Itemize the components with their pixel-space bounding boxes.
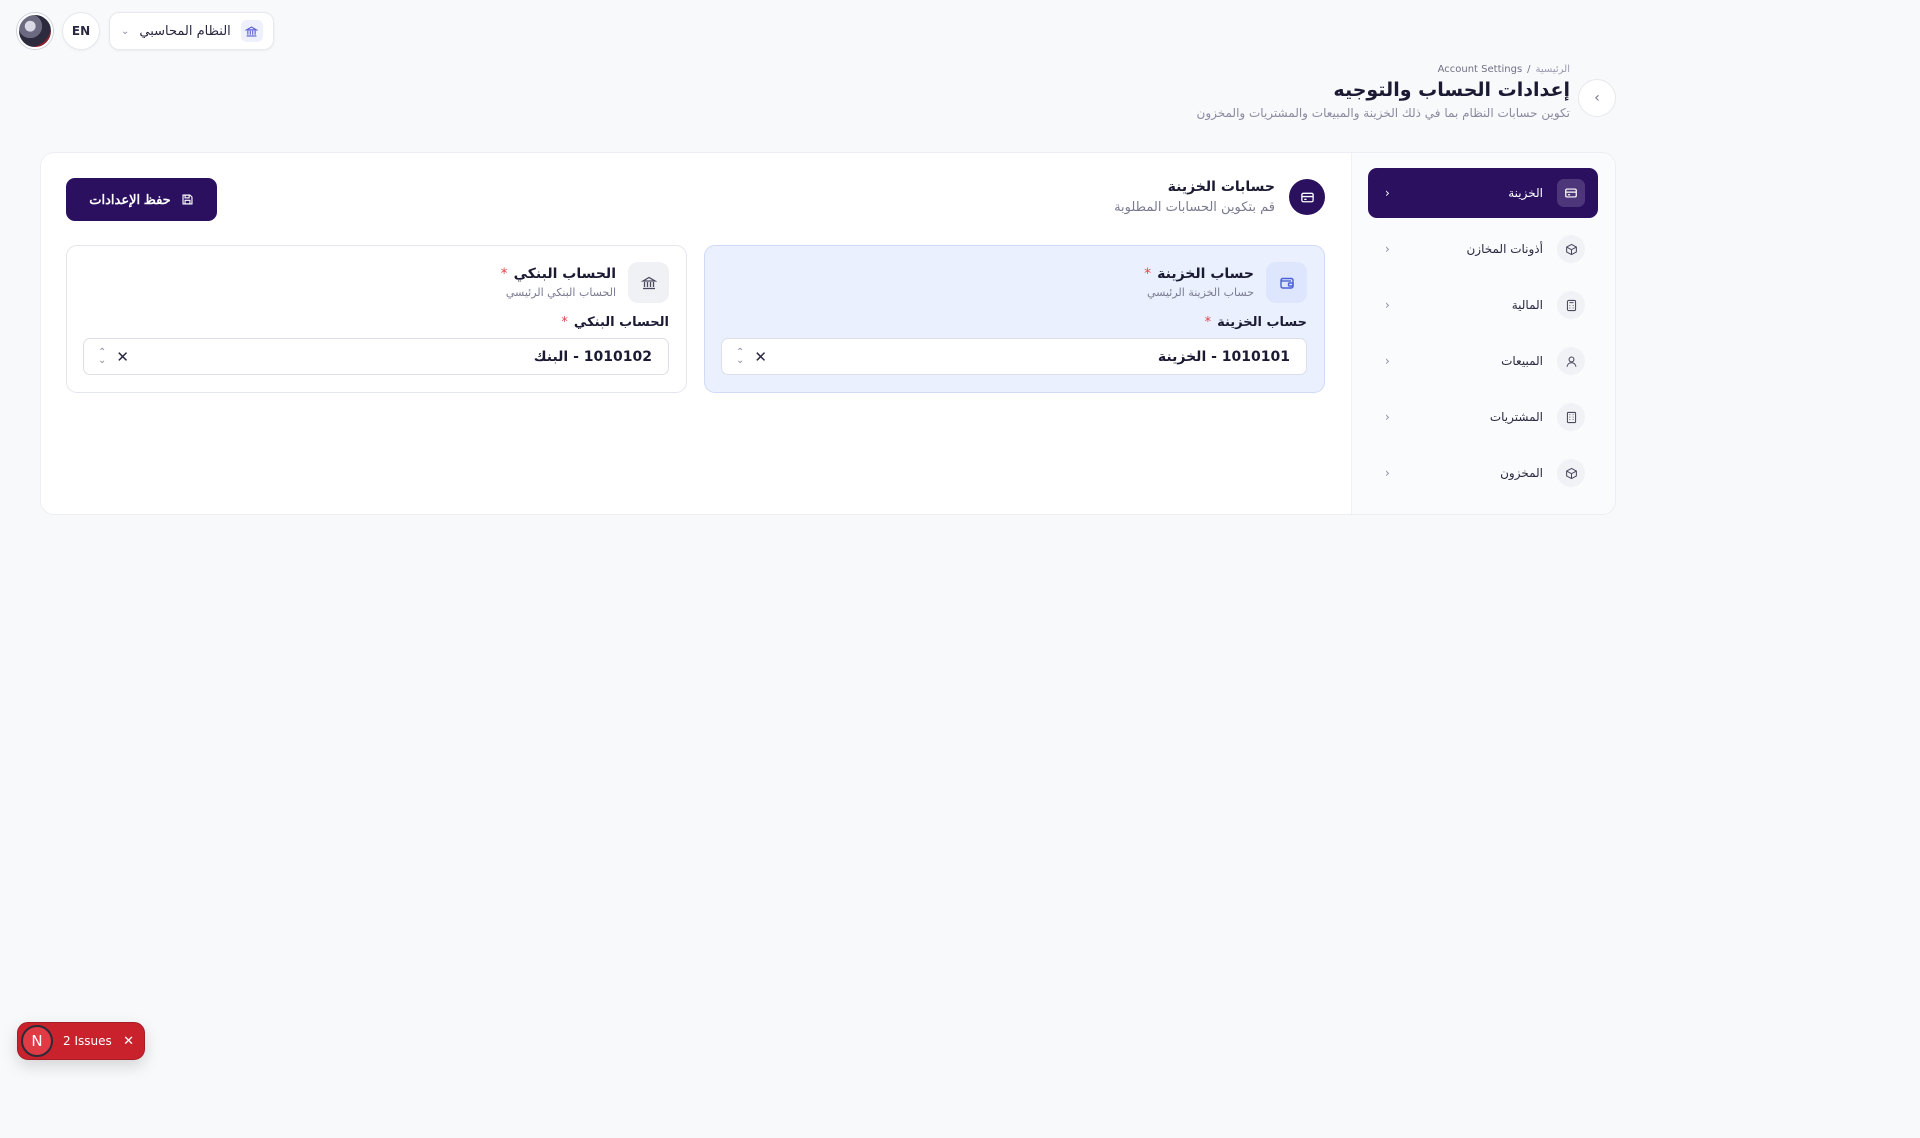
page-subtitle: تكوين حسابات النظام بما في ذلك الخزينة و… bbox=[1196, 106, 1571, 120]
bank-account-title: الحساب البنكي* bbox=[500, 266, 616, 282]
language-toggle-button[interactable]: EN bbox=[62, 12, 100, 50]
top-bar: EN ⌄ النظام المحاسبي bbox=[17, 12, 274, 50]
chevron-left-icon: ‹ bbox=[1594, 90, 1600, 106]
save-settings-label: حفظ الإعدادات bbox=[89, 191, 171, 207]
save-icon bbox=[181, 193, 194, 206]
back-button[interactable]: ‹ bbox=[1578, 79, 1616, 117]
bank-field-label: الحساب البنكي* bbox=[561, 315, 669, 330]
chevron-up-down-icon[interactable]: ⌃ ⌄ bbox=[736, 347, 744, 365]
sidebar-item-finance[interactable]: المالية ‹ bbox=[1368, 280, 1598, 330]
sidebar-item-inventory[interactable]: المخزون ‹ bbox=[1368, 448, 1598, 498]
chevron-left-icon: ‹ bbox=[1385, 242, 1390, 256]
treasury-account-subtitle: حساب الخزينة الرئيسي bbox=[1146, 286, 1254, 299]
system-selector[interactable]: ⌄ النظام المحاسبي bbox=[109, 12, 274, 50]
bank-icon bbox=[628, 262, 669, 303]
treasury-account-select[interactable]: 1010101 - الخزينة ✕ ⌃ ⌄ bbox=[721, 338, 1307, 375]
n-logo-icon: N bbox=[21, 1025, 53, 1057]
chevron-left-icon: ‹ bbox=[1385, 354, 1390, 368]
breadcrumb-separator: / bbox=[1527, 64, 1531, 75]
section-header: حسابات الخزينة قم بتكوين الحسابات المطلو… bbox=[1114, 179, 1325, 215]
chevron-left-icon: ‹ bbox=[1385, 186, 1390, 200]
sidebar-item-label: أذونات المخازن bbox=[1466, 242, 1543, 256]
bank-account-select[interactable]: 1010102 - البنك ✕ ⌃ ⌄ bbox=[83, 338, 669, 375]
chevron-down-icon: ⌄ bbox=[121, 25, 130, 37]
building-icon bbox=[1557, 403, 1585, 431]
treasury-account-value: 1010101 - الخزينة bbox=[1157, 348, 1290, 365]
treasury-field-label: حساب الخزينة* bbox=[1204, 315, 1307, 330]
sidebar-item-label: المبيعات bbox=[1501, 354, 1543, 368]
card-icon bbox=[1557, 179, 1585, 207]
bank-icon bbox=[240, 20, 263, 42]
box-icon bbox=[1557, 235, 1585, 263]
avatar[interactable] bbox=[17, 13, 53, 49]
issues-toast[interactable]: N 2 Issues ✕ bbox=[17, 1022, 145, 1060]
breadcrumb-current: Account Settings bbox=[1437, 64, 1523, 75]
section-title: حسابات الخزينة bbox=[1167, 179, 1275, 195]
clear-icon[interactable]: ✕ bbox=[116, 348, 129, 366]
chevron-left-icon: ‹ bbox=[1385, 298, 1390, 312]
breadcrumb: الرئيسية / Account Settings bbox=[1197, 64, 1570, 75]
required-mark: * bbox=[1204, 315, 1212, 330]
treasury-account-box: حساب الخزينة* حساب الخزينة الرئيسي حساب … bbox=[704, 245, 1325, 393]
treasury-account-title: حساب الخزينة* bbox=[1144, 266, 1254, 282]
settings-card: الخزينة ‹ أذونات المخازن ‹ المالية ‹ الم… bbox=[40, 152, 1616, 515]
section-subtitle: قم بتكوين الحسابات المطلوبة bbox=[1114, 200, 1275, 215]
sidebar-item-label: المخزون bbox=[1500, 466, 1543, 480]
sidebar-item-treasury[interactable]: الخزينة ‹ bbox=[1368, 168, 1598, 218]
bank-account-subtitle: الحساب البنكي الرئيسي bbox=[505, 286, 616, 299]
calculator-icon bbox=[1557, 291, 1585, 319]
breadcrumb-home[interactable]: الرئيسية bbox=[1536, 64, 1570, 75]
required-mark: * bbox=[1144, 266, 1152, 282]
sidebar-item-purchases[interactable]: المشتريات ‹ bbox=[1368, 392, 1598, 442]
wallet-icon bbox=[1266, 262, 1307, 303]
chevron-left-icon: ‹ bbox=[1385, 466, 1390, 480]
system-selector-label: النظام المحاسبي bbox=[139, 23, 231, 39]
clear-icon[interactable]: ✕ bbox=[754, 348, 767, 366]
required-mark: * bbox=[500, 266, 508, 282]
issues-count-label: 2 Issues bbox=[63, 1034, 112, 1048]
card-icon bbox=[1289, 179, 1325, 215]
box-icon bbox=[1557, 459, 1585, 487]
sidebar-item-sales[interactable]: المبيعات ‹ bbox=[1368, 336, 1598, 386]
sidebar-item-warehouse-permits[interactable]: أذونات المخازن ‹ bbox=[1368, 224, 1598, 274]
close-icon[interactable]: ✕ bbox=[123, 1034, 134, 1049]
bank-account-box: الحساب البنكي* الحساب البنكي الرئيسي الح… bbox=[66, 245, 687, 393]
bank-account-value: 1010102 - البنك bbox=[533, 348, 652, 365]
user-icon bbox=[1557, 347, 1585, 375]
sidebar-item-label: المالية bbox=[1511, 298, 1543, 312]
save-settings-button[interactable]: حفظ الإعدادات bbox=[66, 178, 217, 221]
sidebar-item-label: المشتريات bbox=[1489, 410, 1543, 424]
page-header: الرئيسية / Account Settings إعدادات الحس… bbox=[1197, 64, 1571, 120]
chevron-left-icon: ‹ bbox=[1385, 410, 1390, 424]
required-mark: * bbox=[561, 315, 568, 330]
settings-sidebar: الخزينة ‹ أذونات المخازن ‹ المالية ‹ الم… bbox=[1351, 153, 1615, 514]
page-title: إعدادات الحساب والتوجيه bbox=[1333, 79, 1570, 101]
sidebar-item-label: الخزينة bbox=[1508, 186, 1543, 200]
chevron-up-down-icon[interactable]: ⌃ ⌄ bbox=[98, 347, 106, 365]
